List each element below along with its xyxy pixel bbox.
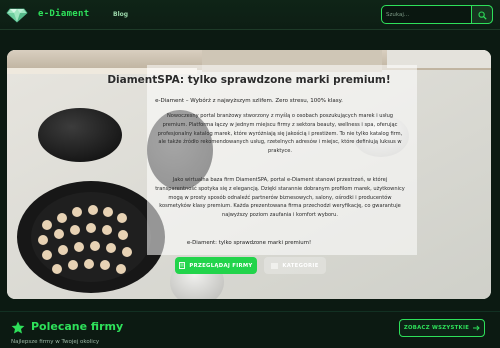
categories-button[interactable]: KATEGORIE [264,257,326,274]
hero-tagline: e-Diament – Wybórż z najwyższym szlifem.… [155,98,343,104]
hero-footer-text: e-Diament: tylko sprawdzone marki premiu… [186,240,312,246]
hero-banner: DiamentSPA: tylko sprawdzone marki premi… [7,50,491,299]
section-divider [0,311,500,312]
building-icon [179,262,186,269]
search-button[interactable] [471,5,493,24]
search-box [381,5,493,24]
search-input[interactable] [386,8,466,21]
star-icon [11,319,25,338]
top-navbar: e-Diament Blog [0,0,500,30]
hero-paragraph-2: Jako wirtualna baza firm DiamentSPA, por… [155,177,405,219]
diamond-logo-icon[interactable] [6,5,28,23]
categories-label: KATEGORIE [282,262,319,269]
featured-section-title: Polecane firmy [31,320,124,333]
see-all-label: ZOBACZ WSZYSTKIE [403,325,470,331]
hero-title: DiamentSPA: tylko sprawdzone marki premi… [107,74,391,86]
browse-companies-label: PRZEGLĄDAJ FIRMY [189,262,253,269]
see-all-button[interactable]: ZOBACZ WSZYSTKIE [399,319,485,337]
search-icon [478,11,487,20]
nav-link-blog[interactable]: Blog [113,11,128,18]
featured-section-subtitle: Najlepsze firmy w Twojej okolicy [11,339,100,345]
arrow-right-icon [473,325,480,331]
list-icon [271,263,279,268]
brand-name[interactable]: e-Diament [38,9,89,19]
hero-paragraph-1: Nowoczesny portal branżowy stworzony z m… [157,113,403,155]
browse-companies-button[interactable]: PRZEGLĄDAJ FIRMY [175,257,257,274]
